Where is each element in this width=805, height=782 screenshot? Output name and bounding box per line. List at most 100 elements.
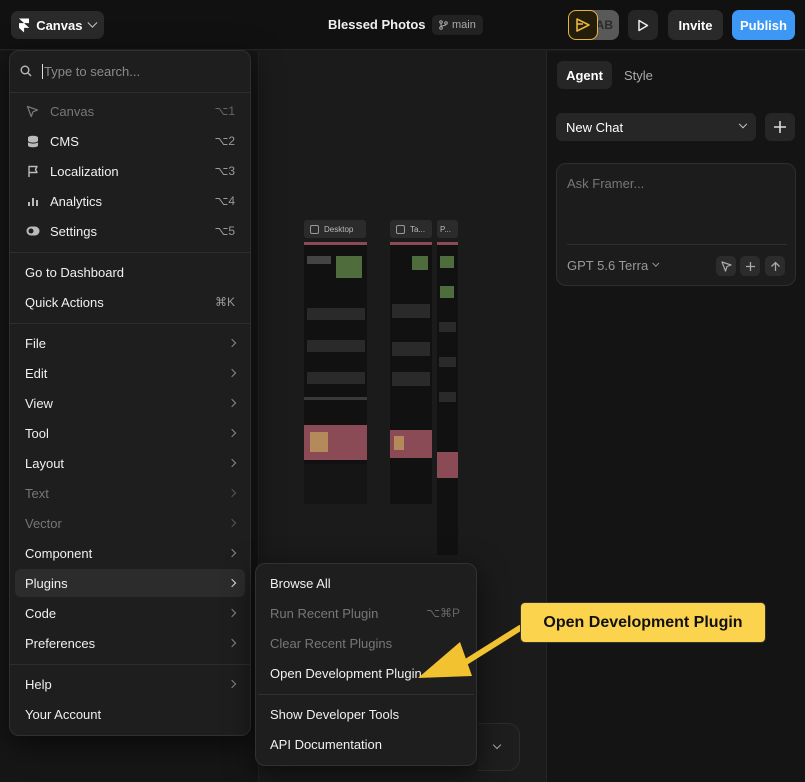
menu-item-label: Analytics xyxy=(50,193,103,209)
ai-avatar-icon xyxy=(568,10,598,40)
canvas-mode-button[interactable]: Canvas xyxy=(11,11,104,39)
menu-item-settings[interactable]: Settings ⌥5 xyxy=(15,217,245,245)
submenu-item-browse-all[interactable]: Browse All xyxy=(260,569,470,597)
tablet-frame[interactable] xyxy=(390,242,432,504)
cursor-icon xyxy=(25,105,40,118)
menu-item-code[interactable]: Code xyxy=(15,599,245,627)
desktop-frame[interactable] xyxy=(304,242,367,504)
menu-item-your-account[interactable]: Your Account xyxy=(15,700,245,728)
menu-item-plugins[interactable]: Plugins xyxy=(15,569,245,597)
menu-item-label: Localization xyxy=(50,163,119,179)
new-chat-button[interactable] xyxy=(765,113,795,141)
menu-item-label: Code xyxy=(25,605,57,621)
submenu-divider xyxy=(258,694,474,695)
model-select[interactable]: GPT 5.6 Terra xyxy=(567,258,660,273)
chevron-right-icon xyxy=(227,638,237,648)
branch-name: main xyxy=(452,19,476,31)
menu-item-layout[interactable]: Layout xyxy=(15,449,245,477)
frame-label-phone[interactable]: P... xyxy=(437,220,458,238)
menu-item-quick-actions[interactable]: Quick Actions ⌘K xyxy=(15,288,245,316)
title-separator: · xyxy=(422,16,426,30)
bar-chart-icon xyxy=(25,195,40,207)
branch-badge[interactable]: main xyxy=(432,15,483,35)
menu-divider xyxy=(10,92,250,93)
annotation-callout: Open Development Plugin xyxy=(520,602,766,643)
submenu-item-label: Show Developer Tools xyxy=(270,706,400,722)
menu-item-label: Preferences xyxy=(25,635,96,651)
divider xyxy=(567,244,787,245)
menu-item-label: Component xyxy=(25,545,93,561)
chevron-right-icon xyxy=(227,458,237,468)
menu-item-text[interactable]: Text xyxy=(15,479,245,507)
frame-label-tablet[interactable]: Ta... xyxy=(390,220,432,238)
search-input[interactable]: Type to search... xyxy=(42,63,140,79)
canvas-mode-label: Canvas xyxy=(36,17,83,33)
menu-item-shortcut: ⌥3 xyxy=(214,164,235,178)
frame-label-text: Desktop xyxy=(324,224,354,234)
menu-item-tool[interactable]: Tool xyxy=(15,419,245,447)
submenu-item-label: Open Development Plugin xyxy=(270,665,422,681)
breakpoint-select[interactable] xyxy=(478,723,520,771)
menu-item-label: Quick Actions xyxy=(25,294,104,310)
chevron-right-icon xyxy=(227,548,237,558)
database-icon xyxy=(25,135,40,148)
flag-icon xyxy=(25,165,40,178)
chat-select[interactable]: New Chat xyxy=(556,113,756,141)
cursor-icon xyxy=(720,260,732,272)
menu-item-edit[interactable]: Edit xyxy=(15,359,245,387)
chevron-right-icon xyxy=(227,518,237,528)
attach-button[interactable] xyxy=(740,256,760,276)
menu-item-label: Go to Dashboard xyxy=(25,264,125,280)
chevron-right-icon xyxy=(227,578,237,588)
menu-item-cms[interactable]: CMS ⌥2 xyxy=(15,127,245,155)
phone-frame[interactable] xyxy=(437,242,458,555)
menu-item-label: Vector xyxy=(25,515,62,531)
frame-label-desktop[interactable]: Desktop xyxy=(304,220,366,238)
menu-item-shortcut: ⌘K xyxy=(214,295,235,309)
tab-style[interactable]: Style xyxy=(624,61,653,89)
menu-item-localization[interactable]: Localization ⌥3 xyxy=(15,157,245,185)
menu-item-analytics[interactable]: Analytics ⌥4 xyxy=(15,187,245,215)
menu-item-label: CMS xyxy=(50,133,79,149)
send-button[interactable] xyxy=(765,256,785,276)
plus-icon xyxy=(745,261,755,271)
menu-item-help[interactable]: Help xyxy=(15,670,245,698)
menu-divider xyxy=(10,323,250,324)
menu-item-label: View xyxy=(25,395,53,411)
invite-button[interactable]: Invite xyxy=(668,10,723,40)
collaborator-avatars[interactable]: AB xyxy=(568,10,619,40)
ask-input[interactable]: Ask Framer... xyxy=(567,176,644,191)
submenu-item-show-developer-tools[interactable]: Show Developer Tools xyxy=(260,700,470,728)
publish-button[interactable]: Publish xyxy=(732,10,795,40)
menu-item-label: Settings xyxy=(50,223,97,239)
search-icon xyxy=(20,65,32,77)
tab-agent[interactable]: Agent xyxy=(557,61,612,89)
chevron-right-icon xyxy=(227,338,237,348)
menu-item-file[interactable]: File xyxy=(15,329,245,357)
chevron-down-icon xyxy=(652,259,660,267)
project-title[interactable]: Blessed Photos xyxy=(328,17,426,32)
chevron-right-icon xyxy=(227,679,237,689)
menu-divider xyxy=(10,252,250,253)
preview-button[interactable] xyxy=(628,10,658,40)
menu-item-shortcut: ⌥2 xyxy=(214,134,235,148)
menu-item-label: File xyxy=(25,335,46,351)
branch-icon xyxy=(439,20,448,30)
menu-item-go-to-dashboard[interactable]: Go to Dashboard xyxy=(15,258,245,286)
submenu-item-api-documentation[interactable]: API Documentation xyxy=(260,730,470,758)
frame-label-text: Ta... xyxy=(410,224,426,234)
select-element-button[interactable] xyxy=(716,256,736,276)
submenu-item-label: Browse All xyxy=(270,575,331,591)
menu-item-preferences[interactable]: Preferences xyxy=(15,629,245,657)
annotation-arrow-icon xyxy=(418,625,523,678)
submenu-item-label: API Documentation xyxy=(270,736,383,752)
chevron-down-icon xyxy=(87,17,98,27)
menu-item-vector[interactable]: Vector xyxy=(15,509,245,537)
menu-search[interactable]: Type to search... xyxy=(20,60,240,82)
menu-item-canvas[interactable]: Canvas ⌥1 xyxy=(15,97,245,125)
submenu-item-label: Run Recent Plugin xyxy=(270,605,379,621)
chevron-right-icon xyxy=(227,398,237,408)
arrow-up-icon xyxy=(770,261,780,271)
menu-item-component[interactable]: Component xyxy=(15,539,245,567)
menu-item-view[interactable]: View xyxy=(15,389,245,417)
